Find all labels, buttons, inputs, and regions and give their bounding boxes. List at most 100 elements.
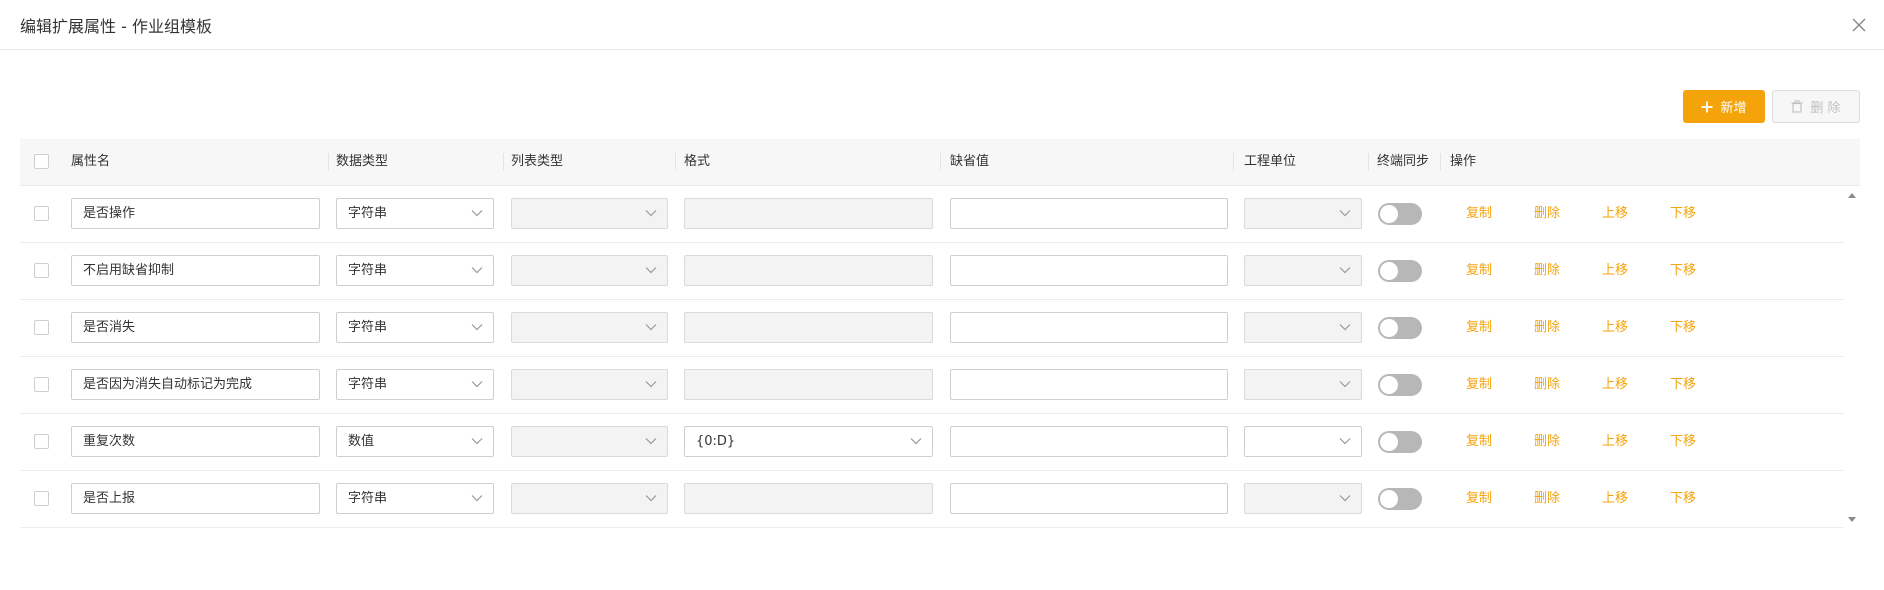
format-field[interactable]: {0:D}	[684, 426, 933, 457]
toggle-knob	[1380, 433, 1398, 451]
move-up-link[interactable]: 上移	[1602, 376, 1628, 394]
data-type-select[interactable]: 数值	[336, 426, 494, 457]
default-value-input[interactable]	[950, 369, 1228, 400]
table-row: 是否操作 字符串 复制 删除 上移 下移	[20, 186, 1844, 243]
chevron-down-icon	[471, 381, 483, 388]
move-up-link[interactable]: 上移	[1602, 433, 1628, 451]
list-type-select	[511, 483, 668, 514]
data-type-value: 字符串	[348, 206, 388, 221]
delete-row-link[interactable]: 删除	[1534, 262, 1560, 280]
delete-row-link[interactable]: 删除	[1534, 319, 1560, 337]
header-terminal-sync: 终端同步	[1377, 154, 1430, 169]
row-checkbox[interactable]	[34, 434, 49, 449]
default-value-input[interactable]	[950, 312, 1228, 343]
header-default-value: 缺省值	[950, 154, 990, 169]
data-type-select[interactable]: 字符串	[336, 198, 494, 229]
attribute-name-input[interactable]: 是否上报	[71, 483, 320, 514]
engineering-unit-select	[1244, 198, 1362, 229]
attribute-name-input[interactable]: 是否因为消失自动标记为完成	[71, 369, 320, 400]
chevron-down-icon	[645, 381, 657, 388]
attribute-name-input[interactable]: 是否消失	[71, 312, 320, 343]
delete-button[interactable]: 删 除	[1772, 90, 1860, 123]
move-up-link[interactable]: 上移	[1602, 490, 1628, 508]
data-type-value: 字符串	[348, 377, 388, 392]
attribute-name-input[interactable]: 重复次数	[71, 426, 320, 457]
move-down-link[interactable]: 下移	[1670, 205, 1696, 223]
terminal-sync-toggle[interactable]	[1378, 488, 1422, 510]
table-row: 是否上报 字符串 复制 删除 上移 下移	[20, 471, 1844, 528]
copy-link[interactable]: 复制	[1466, 205, 1492, 223]
vertical-scrollbar[interactable]	[1844, 186, 1860, 528]
copy-link[interactable]: 复制	[1466, 376, 1492, 394]
row-checkbox[interactable]	[34, 377, 49, 392]
header-format: 格式	[684, 154, 711, 169]
move-down-link[interactable]: 下移	[1670, 262, 1696, 280]
copy-link[interactable]: 复制	[1466, 319, 1492, 337]
default-value-input[interactable]	[950, 255, 1228, 286]
terminal-sync-toggle[interactable]	[1378, 260, 1422, 282]
delete-row-link[interactable]: 删除	[1534, 376, 1560, 394]
move-up-link[interactable]: 上移	[1602, 262, 1628, 280]
dialog-title: 编辑扩展属性 - 作业组模板	[20, 17, 212, 36]
header-separator	[1233, 153, 1234, 171]
copy-link[interactable]: 复制	[1466, 262, 1492, 280]
copy-link[interactable]: 复制	[1466, 433, 1492, 451]
table-body: 是否操作 字符串 复制 删除 上移 下移 不启用缺省抑制 字符串 复制 删除 上移 下移 是否消失 字符串…	[20, 186, 1860, 528]
default-value-input[interactable]	[950, 483, 1228, 514]
delete-row-link[interactable]: 删除	[1534, 490, 1560, 508]
move-down-link[interactable]: 下移	[1670, 319, 1696, 337]
move-up-link[interactable]: 上移	[1602, 205, 1628, 223]
copy-link[interactable]: 复制	[1466, 490, 1492, 508]
trash-icon	[1791, 100, 1803, 113]
chevron-down-icon	[645, 324, 657, 331]
terminal-sync-toggle[interactable]	[1378, 317, 1422, 339]
header-separator	[503, 153, 504, 171]
table-row: 不启用缺省抑制 字符串 复制 删除 上移 下移	[20, 243, 1844, 300]
move-down-link[interactable]: 下移	[1670, 376, 1696, 394]
data-type-select[interactable]: 字符串	[336, 312, 494, 343]
chevron-down-icon	[471, 210, 483, 217]
select-all-checkbox[interactable]	[34, 154, 49, 169]
scroll-down-arrow-icon[interactable]	[1848, 517, 1856, 522]
default-value-input[interactable]	[950, 426, 1228, 457]
delete-row-link[interactable]: 删除	[1534, 433, 1560, 451]
chevron-down-icon	[645, 210, 657, 217]
terminal-sync-toggle[interactable]	[1378, 431, 1422, 453]
dialog-header: 编辑扩展属性 - 作业组模板	[0, 0, 1884, 50]
delete-row-link[interactable]: 删除	[1534, 205, 1560, 223]
list-type-select	[511, 198, 668, 229]
data-type-select[interactable]: 字符串	[336, 255, 494, 286]
add-button-label: 新增	[1720, 101, 1747, 116]
scroll-up-arrow-icon[interactable]	[1848, 193, 1856, 198]
delete-button-label: 删 除	[1810, 101, 1841, 116]
row-checkbox[interactable]	[34, 320, 49, 335]
close-button[interactable]	[1844, 10, 1874, 40]
chevron-down-icon	[1339, 267, 1351, 274]
toggle-knob	[1380, 490, 1398, 508]
default-value-input[interactable]	[950, 198, 1228, 229]
data-type-value: 字符串	[348, 263, 388, 278]
add-button[interactable]: 新增	[1683, 90, 1765, 123]
chevron-down-icon	[1339, 495, 1351, 502]
row-checkbox[interactable]	[34, 263, 49, 278]
header-separator	[328, 153, 329, 171]
engineering-unit-select[interactable]	[1244, 426, 1362, 457]
header-separator	[1440, 153, 1441, 171]
move-up-link[interactable]: 上移	[1602, 319, 1628, 337]
format-field	[684, 312, 933, 343]
chevron-down-icon	[645, 267, 657, 274]
terminal-sync-toggle[interactable]	[1378, 203, 1422, 225]
attribute-name-input[interactable]: 不启用缺省抑制	[71, 255, 320, 286]
list-type-select	[511, 312, 668, 343]
chevron-down-icon	[1339, 381, 1351, 388]
data-type-select[interactable]: 字符串	[336, 483, 494, 514]
terminal-sync-toggle[interactable]	[1378, 374, 1422, 396]
attribute-table: 属性名 数据类型 列表类型 格式 缺省值 工程单位 终端同步 操作 是否操作 字符…	[20, 139, 1860, 528]
move-down-link[interactable]: 下移	[1670, 433, 1696, 451]
row-checkbox[interactable]	[34, 206, 49, 221]
attribute-name-input[interactable]: 是否操作	[71, 198, 320, 229]
header-separator	[1368, 153, 1369, 171]
move-down-link[interactable]: 下移	[1670, 490, 1696, 508]
row-checkbox[interactable]	[34, 491, 49, 506]
data-type-select[interactable]: 字符串	[336, 369, 494, 400]
